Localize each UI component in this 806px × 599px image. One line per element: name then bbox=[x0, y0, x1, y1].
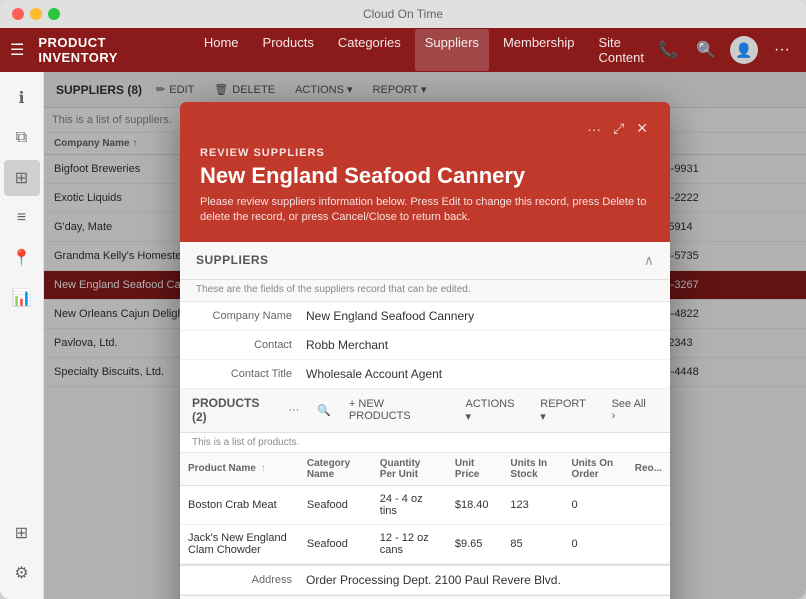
section-description: These are the fields of the suppliers re… bbox=[180, 280, 670, 302]
product-on-order: 0 bbox=[563, 524, 626, 563]
products-toolbar: PRODUCTS (2) ··· 🔍 + NEW PRODUCTS ACTION… bbox=[180, 389, 670, 433]
qty-per-unit-col: Quantity Per Unit bbox=[372, 453, 447, 486]
company-name-label: Company Name bbox=[196, 310, 306, 322]
sidebar: ℹ ⧉ ⊞ ≡ 📍 📊 ⊞ ⚙ bbox=[0, 72, 44, 599]
products-dots-button[interactable]: ··· bbox=[282, 401, 305, 419]
top-navigation: ☰ PRODUCT INVENTORY Home Products Catego… bbox=[0, 28, 806, 72]
sidebar-info-icon[interactable]: ℹ bbox=[4, 80, 40, 116]
products-actions-button[interactable]: ACTIONS ▾ bbox=[460, 395, 529, 426]
nav-site-content[interactable]: Site Content bbox=[588, 29, 654, 71]
products-see-all-button[interactable]: See All › bbox=[606, 395, 658, 425]
category-name-col: Category Name bbox=[299, 453, 372, 486]
product-name: Jack's New England Clam Chowder bbox=[180, 524, 299, 563]
modal-footer: CLOSE DELETE EDIT bbox=[180, 595, 670, 599]
products-table: Product Name ↑ Category Name Quantity Pe… bbox=[180, 453, 670, 564]
contact-row: Contact Robb Merchant bbox=[180, 331, 670, 360]
address-label: Address bbox=[196, 574, 306, 586]
product-price: $18.40 bbox=[447, 485, 503, 524]
address-section: Address Order Processing Dept. 2100 Paul… bbox=[180, 564, 670, 595]
modal-description: Please review suppliers information belo… bbox=[200, 195, 650, 226]
window-controls[interactable] bbox=[12, 8, 60, 20]
section-title: SUPPLIERS bbox=[196, 253, 269, 267]
products-search-button[interactable]: 🔍 bbox=[311, 401, 337, 420]
phone-icon[interactable]: 📞 bbox=[654, 36, 682, 64]
contact-title-value: Wholesale Account Agent bbox=[306, 367, 654, 381]
nav-membership[interactable]: Membership bbox=[493, 29, 585, 71]
products-report-button[interactable]: REPORT ▾ bbox=[534, 395, 599, 426]
titlebar: Cloud On Time bbox=[0, 0, 806, 28]
unit-price-col: Unit Price bbox=[447, 453, 503, 486]
sidebar-location-icon[interactable]: 📍 bbox=[4, 240, 40, 276]
nav-categories[interactable]: Categories bbox=[328, 29, 411, 71]
nav-suppliers[interactable]: Suppliers bbox=[415, 29, 489, 71]
modal-dots-button[interactable]: ··· bbox=[585, 118, 603, 139]
more-icon[interactable]: ··· bbox=[768, 36, 796, 64]
new-products-button[interactable]: + NEW PRODUCTS bbox=[343, 395, 454, 425]
search-icon[interactable]: 🔍 bbox=[692, 36, 720, 64]
nav-links: Home Products Categories Suppliers Membe… bbox=[194, 29, 654, 71]
review-suppliers-modal: ··· ⤢ ✕ REVIEW SUPPLIERS New England Sea… bbox=[180, 102, 670, 599]
product-reorder bbox=[627, 524, 670, 563]
brand-label: PRODUCT INVENTORY bbox=[38, 35, 174, 65]
avatar[interactable]: 👤 bbox=[730, 36, 758, 64]
modal-controls: ··· ⤢ ✕ bbox=[200, 118, 650, 139]
sidebar-list-icon[interactable]: ≡ bbox=[4, 200, 40, 236]
product-name: Boston Crab Meat bbox=[180, 485, 299, 524]
company-name-row: Company Name New England Seafood Cannery bbox=[180, 302, 670, 331]
product-in-stock: 123 bbox=[502, 485, 563, 524]
nav-home[interactable]: Home bbox=[194, 29, 249, 71]
sidebar-apps-icon[interactable]: ⊞ bbox=[4, 515, 40, 551]
product-row[interactable]: Jack's New England Clam Chowder Seafood … bbox=[180, 524, 670, 563]
products-section-title: PRODUCTS (2) bbox=[192, 396, 276, 424]
modal-subtitle: REVIEW SUPPLIERS bbox=[200, 147, 650, 159]
product-qty: 12 - 12 oz cans bbox=[372, 524, 447, 563]
topnav-icon-group: 📞 🔍 👤 ··· bbox=[654, 36, 796, 64]
modal-body: SUPPLIERS ∧ These are the fields of the … bbox=[180, 242, 670, 595]
reorder-col: Reo... bbox=[627, 453, 670, 486]
contact-label: Contact bbox=[196, 339, 306, 351]
contact-title-row: Contact Title Wholesale Account Agent bbox=[180, 360, 670, 389]
sidebar-copy-icon[interactable]: ⧉ bbox=[4, 120, 40, 156]
sidebar-grid-icon[interactable]: ⊞ bbox=[4, 160, 40, 196]
units-in-stock-col: Units In Stock bbox=[502, 453, 563, 486]
modal-overlay: ··· ⤢ ✕ REVIEW SUPPLIERS New England Sea… bbox=[44, 72, 806, 599]
sidebar-chart-icon[interactable]: 📊 bbox=[4, 280, 40, 316]
address-row: Address Order Processing Dept. 2100 Paul… bbox=[180, 566, 670, 595]
units-on-order-col: Units On Order bbox=[563, 453, 626, 486]
product-qty: 24 - 4 oz tins bbox=[372, 485, 447, 524]
modal-expand-button[interactable]: ⤢ bbox=[611, 118, 626, 139]
sidebar-settings-icon[interactable]: ⚙ bbox=[4, 555, 40, 591]
nav-products[interactable]: Products bbox=[253, 29, 324, 71]
modal-title: New England Seafood Cannery bbox=[200, 163, 650, 189]
company-name-value: New England Seafood Cannery bbox=[306, 309, 654, 323]
product-name-col: Product Name ↑ bbox=[180, 453, 299, 486]
page-content: SUPPLIERS (8) ✏ EDIT 🗑 DELETE ACTIONS ▾ … bbox=[44, 72, 806, 599]
menu-icon[interactable]: ☰ bbox=[10, 40, 24, 60]
product-price: $9.65 bbox=[447, 524, 503, 563]
section-collapse-icon[interactable]: ∧ bbox=[644, 252, 654, 269]
maximize-button[interactable] bbox=[48, 8, 60, 20]
product-reorder bbox=[627, 485, 670, 524]
close-button[interactable] bbox=[12, 8, 24, 20]
product-in-stock: 85 bbox=[502, 524, 563, 563]
address-value: Order Processing Dept. 2100 Paul Revere … bbox=[306, 573, 654, 587]
modal-close-button[interactable]: ✕ bbox=[634, 118, 650, 139]
suppliers-section-header: SUPPLIERS ∧ bbox=[180, 242, 670, 280]
products-description: This is a list of products. bbox=[180, 433, 670, 453]
suppliers-form: Company Name New England Seafood Cannery… bbox=[180, 302, 670, 389]
contact-value: Robb Merchant bbox=[306, 338, 654, 352]
product-category: Seafood bbox=[299, 524, 372, 563]
product-on-order: 0 bbox=[563, 485, 626, 524]
window-title: Cloud On Time bbox=[363, 7, 443, 21]
minimize-button[interactable] bbox=[30, 8, 42, 20]
product-row[interactable]: Boston Crab Meat Seafood 24 - 4 oz tins … bbox=[180, 485, 670, 524]
contact-title-label: Contact Title bbox=[196, 368, 306, 380]
modal-header: ··· ⤢ ✕ REVIEW SUPPLIERS New England Sea… bbox=[180, 102, 670, 242]
main-content: ℹ ⧉ ⊞ ≡ 📍 📊 ⊞ ⚙ SUPPLIERS (8) ✏ EDIT 🗑 bbox=[0, 72, 806, 599]
product-category: Seafood bbox=[299, 485, 372, 524]
